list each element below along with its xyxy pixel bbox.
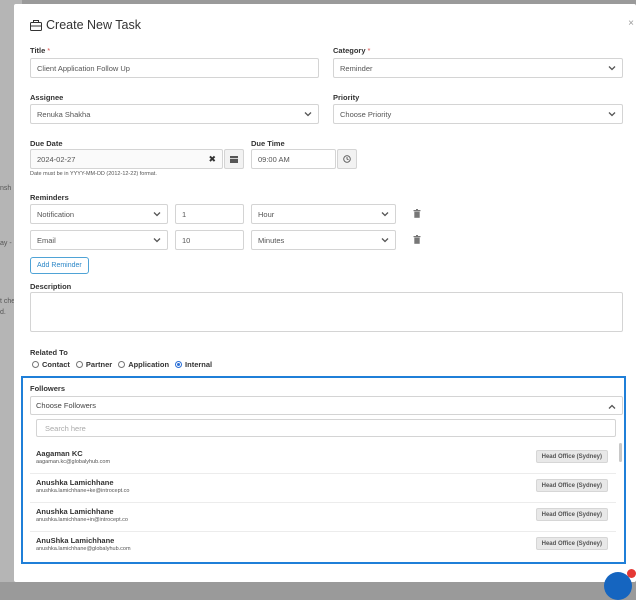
chevron-down-icon xyxy=(381,211,389,217)
delete-reminder-icon[interactable] xyxy=(413,235,421,244)
office-badge: Head Office (Sydney) xyxy=(535,479,608,492)
followers-placeholder: Choose Followers xyxy=(36,401,97,410)
reminder-unit-select[interactable]: Hour xyxy=(251,204,396,224)
follower-email: anushka.lamichhane+in@introcept.co xyxy=(36,517,128,523)
modal-title: Create New Task xyxy=(46,18,141,32)
chevron-up-icon xyxy=(608,403,616,412)
related-to-label: Related To xyxy=(30,348,68,357)
followers-label: Followers xyxy=(30,384,66,393)
reminders-label: Reminders xyxy=(30,193,69,202)
assignee-value: Renuka Shakha xyxy=(37,109,91,119)
reminder-type-value: Email xyxy=(37,235,56,245)
chevron-down-icon xyxy=(608,65,616,71)
modal-header: Create New Task xyxy=(30,18,141,32)
priority-select[interactable]: Choose Priority xyxy=(333,104,623,124)
title-label: Title * xyxy=(30,46,51,55)
reminder-unit-select[interactable]: Minutes xyxy=(251,230,396,250)
clear-date-icon[interactable]: ✖ xyxy=(208,154,216,165)
followers-scrollbar[interactable] xyxy=(619,443,622,462)
radio-circle-icon[interactable] xyxy=(175,361,183,368)
reminder-amount-input[interactable]: 10 xyxy=(175,230,244,250)
category-value: Reminder xyxy=(340,63,373,73)
reminder-type-value: Notification xyxy=(37,209,75,219)
follower-name: Aagaman KC xyxy=(36,449,83,458)
calendar-icon[interactable] xyxy=(224,149,244,169)
due-time-input[interactable]: 09:00 AM xyxy=(251,149,336,169)
category-select[interactable]: Reminder xyxy=(333,58,623,78)
background-text: nsh xyxy=(0,185,12,192)
office-badge: Head Office (Sydney) xyxy=(535,537,608,550)
category-label: Category * xyxy=(333,46,371,55)
radio-circle-icon[interactable] xyxy=(32,361,39,368)
description-textarea[interactable] xyxy=(30,292,623,332)
assignee-label: Assignee xyxy=(30,93,64,102)
chevron-down-icon xyxy=(608,111,616,117)
due-time-label: Due Time xyxy=(251,139,285,148)
priority-label: Priority xyxy=(333,93,360,102)
follower-option[interactable]: Aagaman KC aagaman.kc@globalyhub.com Hea… xyxy=(30,446,616,474)
reminder-unit-value: Minutes xyxy=(258,235,285,245)
due-date-label: Due Date xyxy=(30,139,63,148)
reminder-amount-input[interactable]: 1 xyxy=(175,204,244,224)
due-date-input[interactable]: 2024-02-27 ✖ xyxy=(30,149,223,169)
assignee-select[interactable]: Renuka Shakha xyxy=(30,104,319,124)
title-input[interactable]: Client Application Follow Up xyxy=(30,58,319,78)
radio-partner[interactable]: Partner xyxy=(75,360,112,369)
follower-name: AnuShka Lamichhane xyxy=(36,536,115,545)
reminder-type-select[interactable]: Email xyxy=(30,230,168,250)
reminder-unit-value: Hour xyxy=(258,209,275,219)
chevron-down-icon xyxy=(304,111,312,117)
due-date-value: 2024-02-27 xyxy=(37,154,76,164)
follower-email: aagaman.kc@globalyhub.com xyxy=(36,459,111,465)
follower-option[interactable]: Anushka Lamichhane anushka.lamichhane+ke… xyxy=(30,475,616,503)
add-reminder-button[interactable]: Add Reminder xyxy=(30,257,89,274)
related-to-radio-group: Contact Partner Application Internal xyxy=(32,360,212,369)
follower-name: Anushka Lamichhane xyxy=(36,478,114,487)
background-text: t che xyxy=(0,298,16,305)
chevron-down-icon xyxy=(153,211,161,217)
radio-contact[interactable]: Contact xyxy=(32,360,70,369)
follower-name: Anushka Lamichhane xyxy=(36,507,114,516)
briefcase-icon xyxy=(30,19,42,31)
office-badge: Head Office (Sydney) xyxy=(535,508,608,521)
follower-email: anushka.lamichhane+ke@introcept.co xyxy=(36,488,130,494)
priority-value: Choose Priority xyxy=(340,109,392,119)
clock-icon[interactable] xyxy=(337,149,357,169)
reminder-type-select[interactable]: Notification xyxy=(30,204,168,224)
follower-email: anushka.lamichhane@globalyhub.com xyxy=(36,546,131,552)
background-text: d. xyxy=(0,309,6,316)
description-label: Description xyxy=(30,282,72,291)
radio-circle-icon[interactable] xyxy=(75,361,83,368)
background-text: ay - xyxy=(0,240,12,247)
radio-internal[interactable]: Internal xyxy=(175,360,212,369)
follower-option[interactable]: AnuShka Lamichhane anushka.lamichhane@gl… xyxy=(30,533,616,561)
notification-badge xyxy=(627,569,636,578)
chevron-down-icon xyxy=(381,237,389,243)
radio-application[interactable]: Application xyxy=(118,360,169,369)
radio-circle-icon[interactable] xyxy=(118,361,126,368)
date-format-hint: Date must be in YYYY-MM-DD (2012-12-22) … xyxy=(30,171,157,177)
close-icon[interactable]: × xyxy=(628,18,634,29)
followers-select[interactable]: Choose Followers xyxy=(30,396,623,415)
office-badge: Head Office (Sydney) xyxy=(535,450,608,463)
followers-search-input[interactable]: Search here xyxy=(36,419,616,437)
follower-option[interactable]: Anushka Lamichhane anushka.lamichhane+in… xyxy=(30,504,616,532)
delete-reminder-icon[interactable] xyxy=(413,209,421,218)
chevron-down-icon xyxy=(153,237,161,243)
